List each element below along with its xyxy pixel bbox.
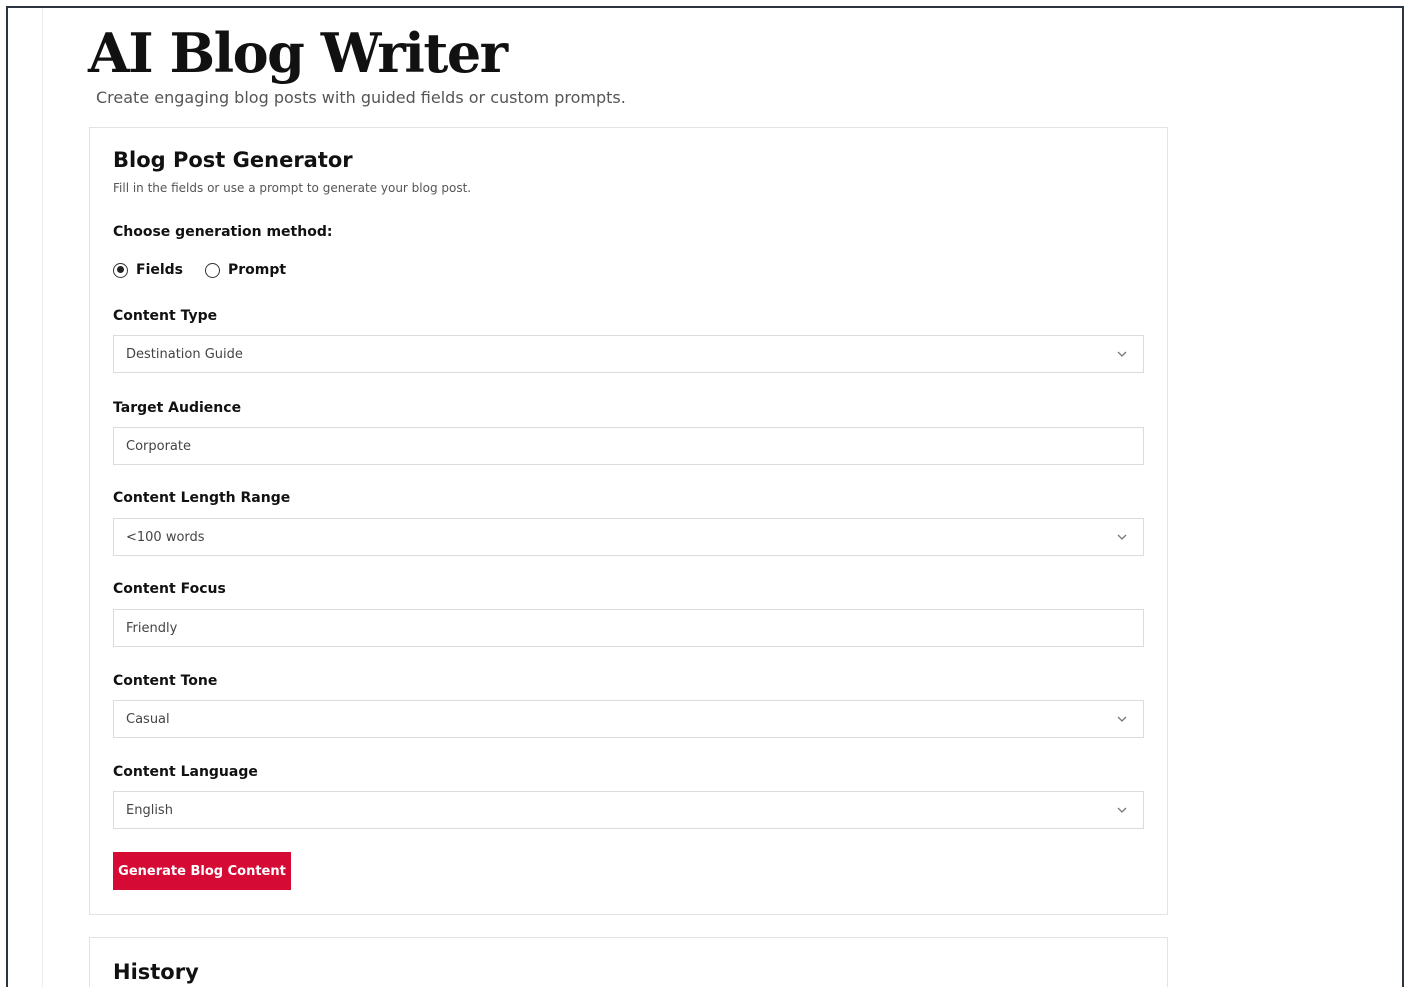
length-range-select[interactable]: <100 words <box>113 518 1144 556</box>
length-range-label: Content Length Range <box>113 490 291 506</box>
radio-prompt-label: Prompt <box>228 262 287 278</box>
target-audience-input[interactable] <box>126 438 1143 454</box>
radio-prompt-circle[interactable] <box>205 262 221 278</box>
chevron-down-icon <box>1115 803 1129 817</box>
generator-subtitle: Fill in the fields or use a prompt to ge… <box>113 181 472 195</box>
radio-fields[interactable]: Fields <box>113 262 183 278</box>
method-label: Choose generation method: <box>113 224 333 240</box>
target-audience-field[interactable] <box>113 427 1144 465</box>
generate-blog-button[interactable]: Generate Blog Content <box>113 852 291 890</box>
content-type-select[interactable]: Destination Guide <box>113 335 1144 373</box>
chevron-down-icon <box>1115 347 1129 361</box>
blog-generator-card: Blog Post Generator Fill in the fields o… <box>89 127 1168 915</box>
chevron-down-icon <box>1115 530 1129 544</box>
radio-fields-label: Fields <box>136 262 184 278</box>
target-audience-label: Target Audience <box>113 400 242 416</box>
method-radio-group: Fields Prompt <box>113 259 308 281</box>
length-range-value: <100 words <box>126 529 205 545</box>
radio-prompt[interactable]: Prompt <box>205 262 286 278</box>
content-language-value: English <box>126 802 173 818</box>
content-type-value: Destination Guide <box>126 346 243 362</box>
left-divider <box>42 8 43 987</box>
page-subtitle: Create engaging blog posts with guided f… <box>96 88 626 107</box>
radio-fields-circle[interactable] <box>113 262 128 278</box>
content-tone-value: Casual <box>126 711 170 727</box>
content-focus-field[interactable] <box>113 609 1144 647</box>
history-title: History <box>113 960 199 984</box>
content-tone-select[interactable]: Casual <box>113 700 1144 738</box>
chevron-down-icon <box>1115 712 1129 726</box>
content-tone-label: Content Tone <box>113 673 218 689</box>
content-focus-label: Content Focus <box>113 581 226 597</box>
content-type-label: Content Type <box>113 308 218 324</box>
generator-title: Blog Post Generator <box>113 148 353 172</box>
page-title: AI Blog Writer <box>88 21 508 85</box>
content-language-label: Content Language <box>113 764 258 780</box>
content-focus-input[interactable] <box>126 620 1143 636</box>
history-card: History <box>89 937 1168 987</box>
content-language-select[interactable]: English <box>113 791 1144 829</box>
